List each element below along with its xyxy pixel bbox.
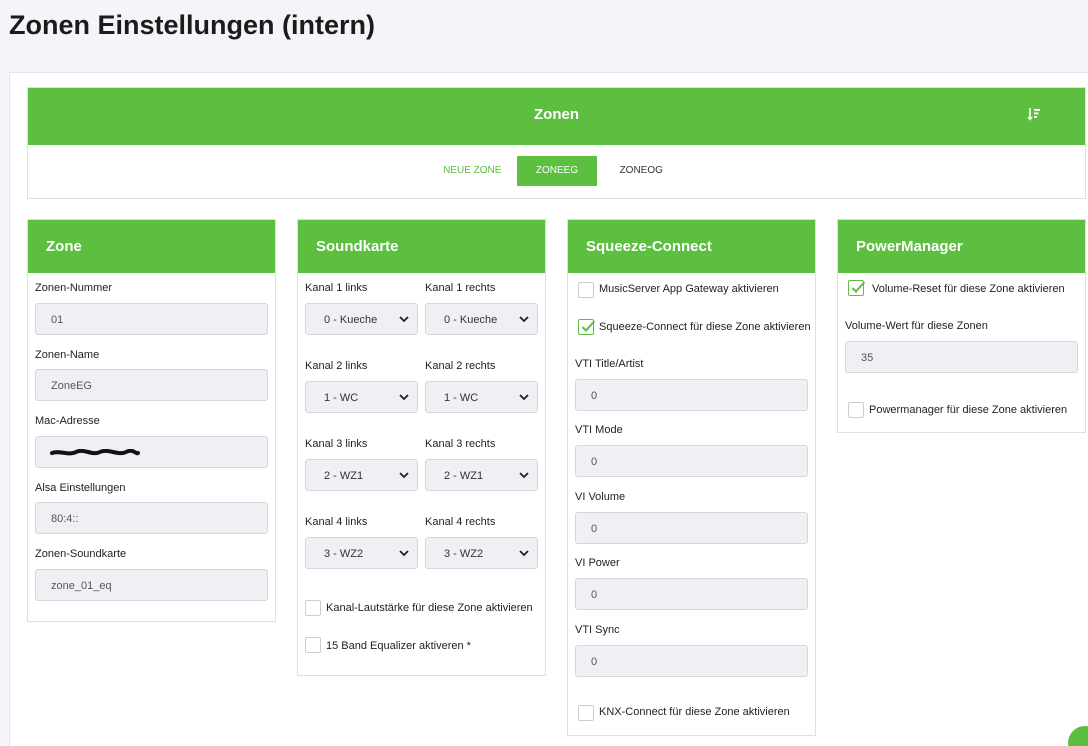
volume-reset-checkbox[interactable]	[848, 280, 866, 296]
musicserver-gateway-checkbox[interactable]	[578, 282, 594, 298]
kanal3-links-value: 2 - WZ1	[324, 470, 364, 482]
kanal1-links-select[interactable]: 0 - Kueche	[305, 303, 418, 335]
alsa-einstellungen-input[interactable]: 80:4::	[35, 502, 268, 534]
chevron-down-icon	[519, 394, 529, 401]
chevron-down-icon	[399, 316, 409, 323]
vi-power-input[interactable]: 0	[575, 578, 808, 610]
mac-adresse-input[interactable]	[35, 436, 268, 468]
equalizer-checkbox[interactable]	[305, 637, 321, 653]
mac-adresse-label: Mac-Adresse	[35, 415, 100, 427]
zonen-card: Zonen NEUE ZONE ZONEEG ZONEOG	[27, 87, 1086, 199]
vti-title-artist-input[interactable]: 0	[575, 379, 808, 411]
powermanager-card: PowerManager Volume-Reset für diese Zone…	[837, 219, 1086, 433]
squeeze-connect-card-title: Squeeze-Connect	[568, 220, 815, 273]
musicserver-gateway-label: MusicServer App Gateway aktivieren	[599, 283, 779, 295]
squeeze-connect-label: Squeeze-Connect für diese Zone aktiviere…	[599, 321, 811, 333]
kanal4-rechts-label: Kanal 4 rechts	[425, 516, 496, 528]
kanal2-rechts-value: 1 - WC	[444, 392, 479, 404]
chevron-down-icon	[519, 316, 529, 323]
vi-power-label: VI Power	[575, 557, 620, 569]
zonen-soundkarte-input[interactable]: zone_01_eq	[35, 569, 268, 601]
volume-wert-input[interactable]: 35	[845, 341, 1078, 373]
alsa-einstellungen-label: Alsa Einstellungen	[35, 482, 126, 494]
kanal2-links-select[interactable]: 1 - WC	[305, 381, 418, 413]
zonen-nummer-label: Zonen-Nummer	[35, 282, 113, 294]
knx-connect-label: KNX-Connect für diese Zone aktivieren	[599, 706, 790, 718]
kanal4-links-select[interactable]: 3 - WZ2	[305, 537, 418, 569]
chevron-down-icon	[519, 550, 529, 557]
kanal4-rechts-select[interactable]: 3 - WZ2	[425, 537, 538, 569]
kanal3-rechts-select[interactable]: 2 - WZ1	[425, 459, 538, 491]
zone-card-title: Zone	[28, 220, 275, 273]
tab-neue-zone[interactable]: NEUE ZONE	[432, 156, 512, 186]
tab-zoneog[interactable]: ZONEOG	[602, 156, 681, 186]
kanal4-links-value: 3 - WZ2	[324, 548, 364, 560]
knx-connect-checkbox[interactable]	[578, 705, 594, 721]
kanal2-links-value: 1 - WC	[324, 392, 359, 404]
kanal1-links-value: 0 - Kueche	[324, 314, 378, 326]
vti-mode-input[interactable]: 0	[575, 445, 808, 477]
tab-zoneeg[interactable]: ZONEEG	[516, 156, 598, 186]
kanal1-rechts-label: Kanal 1 rechts	[425, 282, 496, 294]
zonen-soundkarte-label: Zonen-Soundkarte	[35, 548, 127, 560]
squeeze-connect-card: Squeeze-Connect MusicServer App Gateway …	[567, 219, 816, 736]
chevron-down-icon	[519, 472, 529, 479]
kanal1-rechts-select[interactable]: 0 - Kueche	[425, 303, 538, 335]
kanal2-rechts-select[interactable]: 1 - WC	[425, 381, 538, 413]
powermanager-card-title: PowerManager	[838, 220, 1085, 273]
kanal3-rechts-value: 2 - WZ1	[444, 470, 484, 482]
kanal2-rechts-label: Kanal 2 rechts	[425, 360, 496, 372]
kanal4-rechts-value: 3 - WZ2	[444, 548, 484, 560]
page-title: Zonen Einstellungen (intern)	[9, 10, 375, 40]
kanal1-rechts-value: 0 - Kueche	[444, 314, 498, 326]
check-icon	[581, 320, 596, 332]
kanal-lautstaerke-label: Kanal-Lautstärke für diese Zone aktivier…	[326, 602, 533, 614]
kanal1-links-label: Kanal 1 links	[305, 282, 368, 294]
volume-reset-label: Volume-Reset für diese Zone aktivieren	[872, 283, 1065, 295]
vti-title-artist-label: VTI Title/Artist	[575, 358, 644, 370]
vti-sync-input[interactable]: 0	[575, 645, 808, 677]
check-icon	[851, 281, 866, 293]
kanal4-links-label: Kanal 4 links	[305, 516, 368, 528]
zonen-name-label: Zonen-Name	[35, 349, 100, 361]
zone-card: Zone Zonen-Nummer 01 Zonen-Name ZoneEG M…	[27, 219, 276, 622]
squeeze-connect-checkbox[interactable]	[578, 319, 596, 335]
vi-volume-input[interactable]: 0	[575, 512, 808, 544]
chevron-down-icon	[399, 472, 409, 479]
kanal3-links-select[interactable]: 2 - WZ1	[305, 459, 418, 491]
kanal2-links-label: Kanal 2 links	[305, 360, 368, 372]
chevron-down-icon	[399, 550, 409, 557]
equalizer-label: 15 Band Equalizer aktiveren *	[326, 640, 471, 652]
zonen-name-input[interactable]: ZoneEG	[35, 369, 268, 401]
kanal-lautstaerke-checkbox[interactable]	[305, 600, 321, 616]
volume-wert-label: Volume-Wert für diese Zonen	[845, 320, 988, 332]
kanal3-links-label: Kanal 3 links	[305, 438, 368, 450]
chevron-down-icon	[399, 394, 409, 401]
soundkarte-card-title: Soundkarte	[298, 220, 545, 273]
powermanager-label: Powermanager für diese Zone aktivieren	[869, 404, 1068, 416]
vti-mode-label: VTI Mode	[575, 424, 623, 436]
vti-sync-label: VTI Sync	[575, 624, 620, 636]
zonen-nummer-input[interactable]: 01	[35, 303, 268, 335]
powermanager-checkbox[interactable]	[848, 402, 864, 418]
sort-icon[interactable]	[1027, 106, 1041, 122]
soundkarte-card: Soundkarte Kanal 1 links Kanal 1 rechts …	[297, 219, 546, 676]
redacted-scribble	[50, 449, 140, 456]
zone-tabs: NEUE ZONE ZONEEG ZONEOG	[28, 156, 1085, 186]
zonen-header: Zonen	[28, 88, 1085, 145]
kanal3-rechts-label: Kanal 3 rechts	[425, 438, 496, 450]
vi-volume-label: VI Volume	[575, 491, 626, 503]
zonen-title: Zonen	[534, 106, 579, 123]
